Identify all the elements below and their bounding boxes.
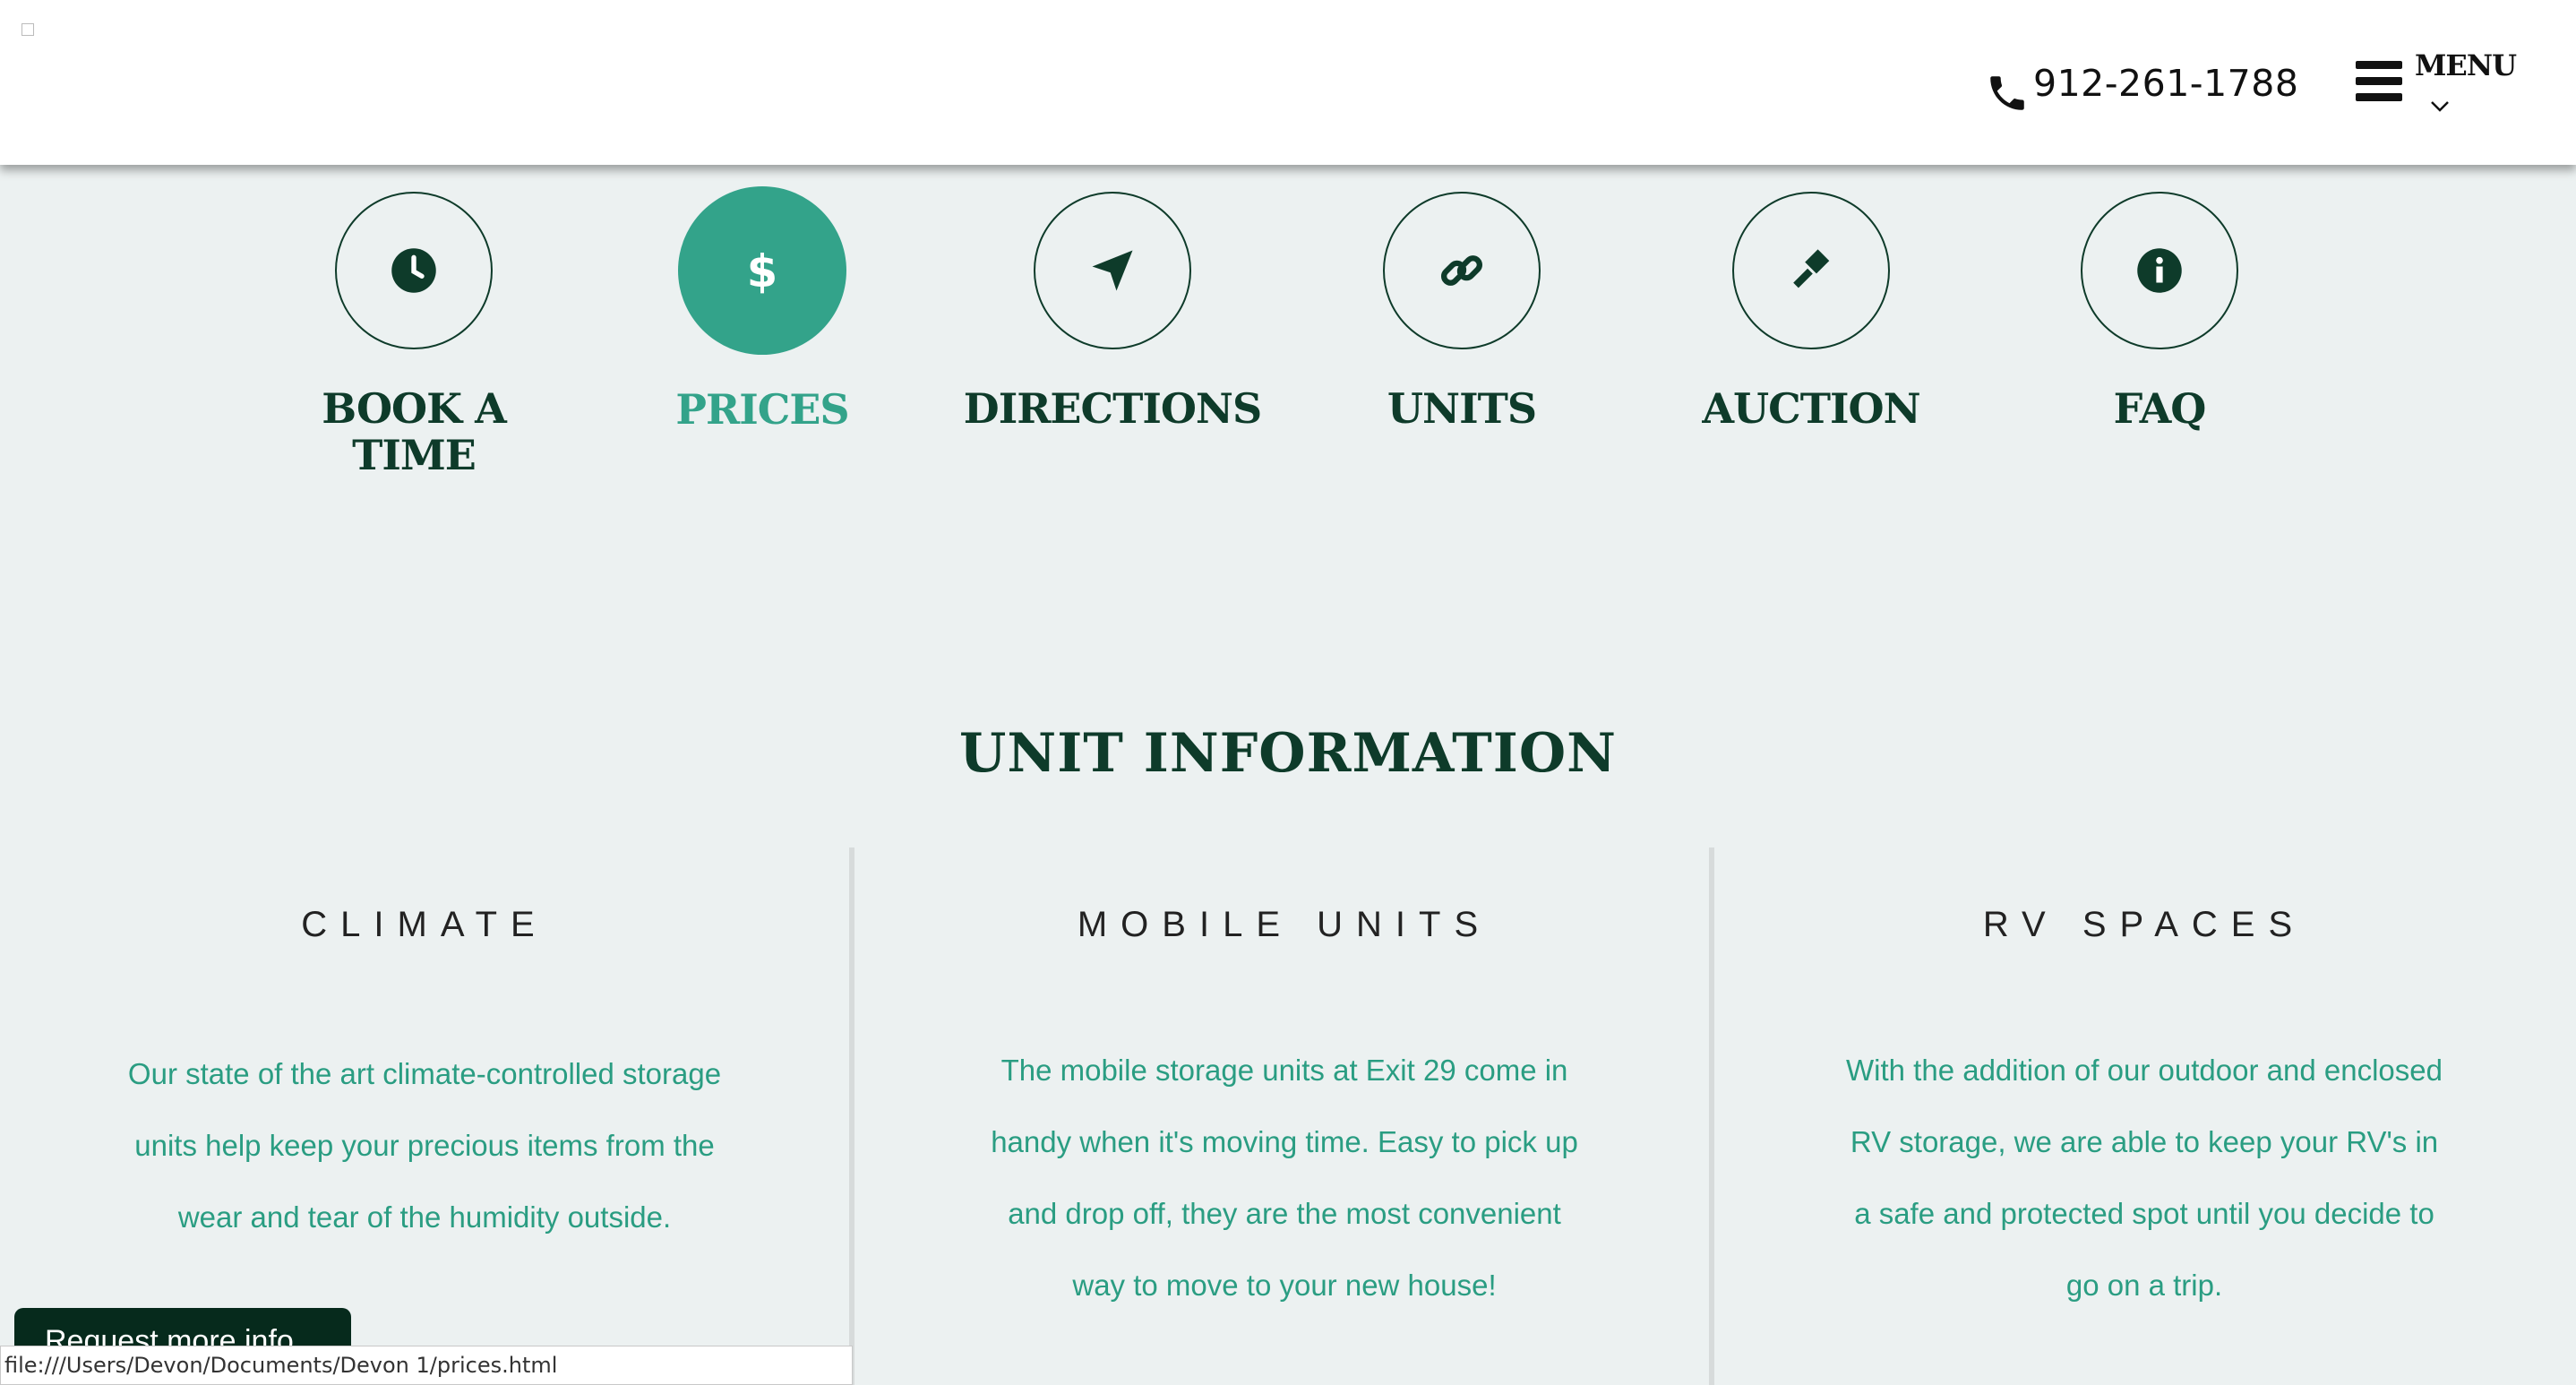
dollar-icon: $ [747, 246, 777, 295]
column-climate: CLIMATE Our state of the art climate-con… [21, 905, 828, 1253]
gavel-icon [1793, 249, 1830, 288]
nav-circle[interactable] [1732, 192, 1890, 349]
info-icon [2137, 248, 2182, 293]
column-text: Our state of the art climate-controlled … [127, 1057, 722, 1234]
nav-label[interactable]: FAQ [1980, 385, 2339, 432]
hamburger-icon [2356, 61, 2404, 104]
nav-circle[interactable] [335, 192, 493, 349]
logo-image-icon[interactable] [21, 23, 34, 36]
column-heading: CLIMATE [301, 905, 548, 944]
svg-text:$: $ [747, 246, 777, 295]
status-bar-url: file:///Users/Devon/Documents/Devon 1/pr… [0, 1346, 853, 1385]
column-heading: RV SPACES [1982, 905, 2306, 944]
section-title: UNIT INFORMATION [959, 722, 1617, 785]
nav-circle[interactable] [1383, 192, 1541, 349]
nav-label[interactable]: DIRECTIONS [933, 385, 1292, 432]
link-icon [1440, 255, 1483, 286]
column-divider [1709, 847, 1714, 1385]
column-mobile-units: MOBILE UNITS The mobile storage units at… [881, 905, 1687, 1321]
phone-link[interactable]: 912-261-1788 [1985, 52, 2298, 115]
page: 912-261-1788 MENU BOOK A TIME $ PRICES D… [0, 0, 2576, 1385]
nav-label[interactable]: UNITS [1283, 385, 1641, 432]
menu-label: MENU [2415, 48, 2517, 82]
menu-button[interactable]: MENU [2352, 45, 2517, 134]
nav-item-units[interactable]: UNITS [1283, 192, 1641, 432]
nav-circle[interactable] [2081, 192, 2238, 349]
nav-item-prices[interactable]: $ PRICES [583, 186, 941, 433]
nav-circle-active[interactable]: $ [678, 186, 846, 355]
column-text: The mobile storage units at Exit 29 come… [991, 1054, 1578, 1302]
nav-item-auction[interactable]: AUCTION [1632, 192, 1990, 432]
location-arrow-icon [1092, 250, 1133, 291]
column-heading: MOBILE UNITS [1077, 905, 1492, 944]
column-text: With the addition of our outdoor and enc… [1846, 1054, 2443, 1302]
nav-label[interactable]: BOOK A TIME [279, 385, 548, 478]
nav-label[interactable]: AUCTION [1632, 385, 1990, 432]
nav-circle[interactable] [1034, 192, 1191, 349]
clock-icon [391, 248, 436, 293]
column-rv-spaces: RV SPACES With the addition of our outdo… [1741, 905, 2547, 1321]
nav-item-book-a-time[interactable]: BOOK A TIME [235, 192, 593, 478]
nav-item-faq[interactable]: FAQ [1980, 192, 2339, 432]
phone-icon [1990, 76, 2024, 110]
nav-item-directions[interactable]: DIRECTIONS [933, 192, 1292, 432]
chevron-down-icon [2431, 101, 2449, 112]
phone-number[interactable]: 912-261-1788 [2033, 62, 2298, 105]
column-divider [849, 847, 854, 1385]
nav-label[interactable]: PRICES [583, 386, 941, 433]
site-header: 912-261-1788 MENU [0, 0, 2576, 165]
